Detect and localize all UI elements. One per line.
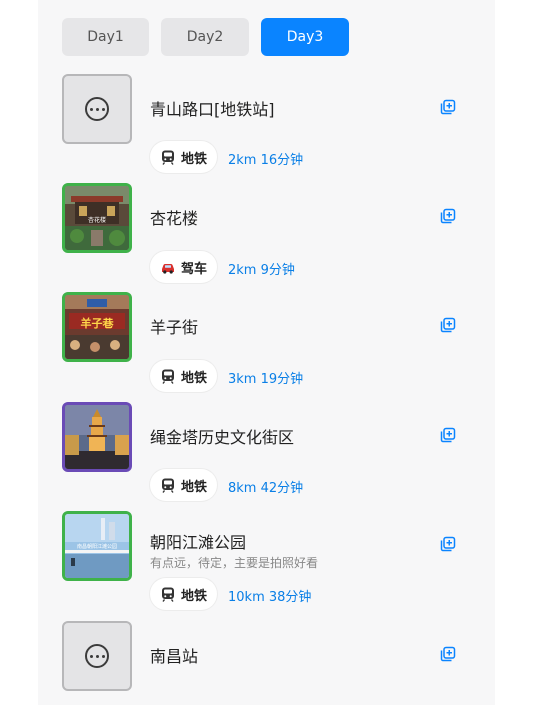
- stop-photo: [62, 402, 132, 472]
- add-to-list-icon[interactable]: [440, 536, 456, 552]
- more-dots-icon: [85, 97, 109, 121]
- add-to-list-icon[interactable]: [440, 646, 456, 662]
- tab-day1[interactable]: Day1: [62, 18, 149, 56]
- transport-mode-label: 驾车: [181, 261, 208, 277]
- metro-icon: [162, 587, 174, 602]
- photo-caption: 南昌朝阳江滩公园: [77, 543, 117, 550]
- stop-title: 杏花楼: [150, 209, 199, 228]
- stop-photo: 羊子巷: [62, 292, 132, 362]
- leg-summary: 8km 42分钟: [228, 481, 304, 496]
- transport-mode-chip[interactable]: 驾车: [150, 251, 218, 283]
- transport-mode-label: 地铁: [181, 151, 208, 167]
- stop-item[interactable]: 杏花楼 杏花楼: [62, 183, 482, 255]
- stop-title: 南昌站: [150, 647, 199, 666]
- tab-day2[interactable]: Day2: [161, 18, 249, 56]
- add-to-list-icon[interactable]: [440, 427, 456, 443]
- riverside-park-photo-image: 南昌朝阳江滩公园: [65, 514, 129, 578]
- stop-title: 绳金塔历史文化街区: [150, 428, 295, 447]
- add-to-list-icon[interactable]: [440, 317, 456, 333]
- stop-title: 青山路口[地铁站]: [150, 100, 275, 119]
- leg-summary: 10km 38分钟: [228, 590, 312, 605]
- stop-note: 有点远，待定，主要是拍照好看: [150, 556, 319, 570]
- stop-item[interactable]: 南昌朝阳江滩公园 朝阳江滩公园 有点远，待定，主要是拍照好看: [62, 511, 482, 583]
- restaurant-photo-image: 杏花楼: [65, 186, 129, 250]
- add-to-list-icon[interactable]: [440, 99, 456, 115]
- transport-mode-label: 地铁: [181, 479, 208, 495]
- transport-mode-label: 地铁: [181, 370, 208, 386]
- more-dots-icon: [85, 644, 109, 668]
- transport-mode-label: 地铁: [181, 588, 208, 604]
- street-photo-image: 羊子巷: [65, 295, 129, 359]
- stop-thumbnail-placeholder: [62, 74, 132, 144]
- pagoda-photo-image: [65, 405, 129, 469]
- metro-icon: [162, 150, 174, 165]
- stop-thumbnail-placeholder: [62, 621, 132, 691]
- transport-mode-chip[interactable]: 地铁: [150, 578, 218, 610]
- stop-photo: 杏花楼: [62, 183, 132, 253]
- photo-caption: 杏花楼: [88, 216, 106, 224]
- stop-title: 羊子街: [150, 318, 199, 337]
- leg-summary: 3km 19分钟: [228, 372, 304, 387]
- stop-item[interactable]: 青山路口[地铁站]: [62, 74, 482, 146]
- day-tabs: Day1 Day2 Day3: [62, 18, 362, 56]
- stop-photo: 南昌朝阳江滩公园: [62, 511, 132, 581]
- stop-title: 朝阳江滩公园: [150, 533, 247, 552]
- stop-item[interactable]: 绳金塔历史文化街区: [62, 402, 482, 474]
- transport-mode-chip[interactable]: 地铁: [150, 141, 218, 173]
- transport-mode-chip[interactable]: 地铁: [150, 360, 218, 392]
- photo-caption: 羊子巷: [81, 316, 115, 330]
- stop-item[interactable]: 南昌站: [62, 621, 482, 693]
- car-icon: [162, 264, 174, 274]
- stop-item[interactable]: 羊子巷 羊子街: [62, 292, 482, 364]
- leg-summary: 2km 9分钟: [228, 263, 295, 278]
- metro-icon: [162, 369, 174, 384]
- transport-mode-chip[interactable]: 地铁: [150, 469, 218, 501]
- tab-day3[interactable]: Day3: [261, 18, 349, 56]
- metro-icon: [162, 478, 174, 493]
- leg-summary: 2km 16分钟: [228, 153, 304, 168]
- add-to-list-icon[interactable]: [440, 208, 456, 224]
